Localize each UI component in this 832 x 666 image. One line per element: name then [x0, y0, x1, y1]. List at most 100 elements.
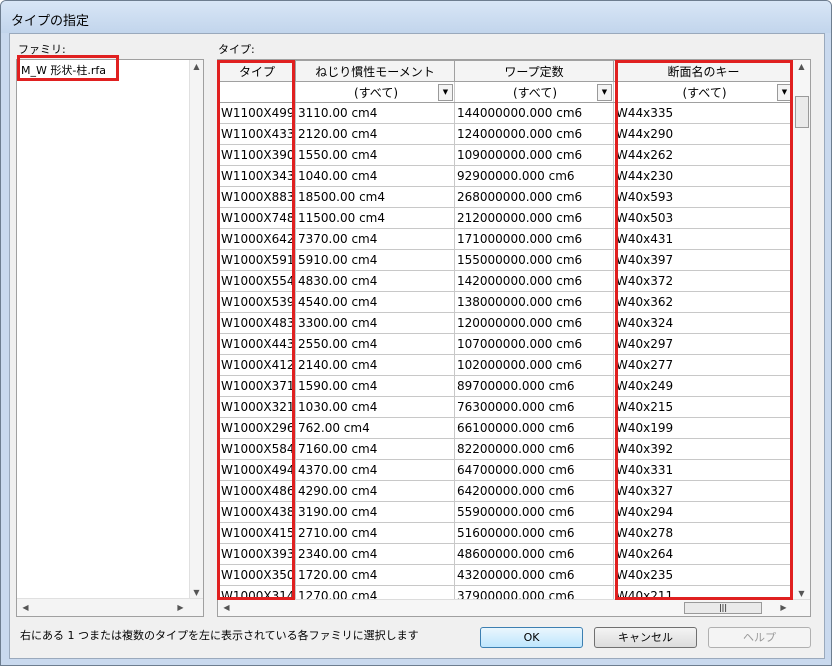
cell-warping-constant[interactable]: 155000000.000 cm6 [454, 249, 614, 271]
table-row[interactable]: W1000X554 4830.00 cm4 142000000.000 cm6 W40… [218, 270, 794, 292]
cell-section-name-key[interactable]: W40x324 [613, 312, 794, 334]
cell-torsional-moment[interactable]: 7160.00 cm4 [295, 438, 455, 460]
cell-torsional-moment[interactable]: 2140.00 cm4 [295, 354, 455, 376]
cell-warping-constant[interactable]: 124000000.000 cm6 [454, 123, 614, 145]
types-grid[interactable]: タイプ ねじり慣性モーメント ワープ定数 断面名のキー (すべて) ▼ (すべて)… [217, 59, 811, 617]
table-row[interactable]: W1000X350 1720.00 cm4 43200000.000 cm6 W40x… [218, 564, 794, 586]
dropdown-arrow-icon[interactable]: ▼ [777, 84, 792, 101]
table-row[interactable]: W1000X486 4290.00 cm4 64200000.000 cm6 W40x… [218, 480, 794, 502]
cell-warping-constant[interactable]: 76300000.000 cm6 [454, 396, 614, 418]
cell-torsional-moment[interactable]: 3300.00 cm4 [295, 312, 455, 334]
table-row[interactable]: W1000X443 2550.00 cm4 107000000.000 cm6 W40… [218, 333, 794, 355]
cell-torsional-moment[interactable]: 11500.00 cm4 [295, 207, 455, 229]
cell-warping-constant[interactable]: 66100000.000 cm6 [454, 417, 614, 439]
scroll-left-icon[interactable]: ◀ [19, 603, 32, 612]
cell-type[interactable]: W1100X433 [218, 123, 296, 145]
cell-section-name-key[interactable]: W40x249 [613, 375, 794, 397]
scroll-down-icon[interactable]: ▼ [795, 589, 808, 598]
cell-type[interactable]: W1000X748 [218, 207, 296, 229]
cell-warping-constant[interactable]: 109000000.000 cm6 [454, 144, 614, 166]
cell-section-name-key[interactable]: W40x362 [613, 291, 794, 313]
cell-warping-constant[interactable]: 64200000.000 cm6 [454, 480, 614, 502]
cell-type[interactable]: W1000X483 [218, 312, 296, 334]
help-button[interactable]: ヘルプ [708, 627, 811, 648]
table-row[interactable]: W1000X415 2710.00 cm4 51600000.000 cm6 W40x… [218, 522, 794, 544]
cell-torsional-moment[interactable]: 2710.00 cm4 [295, 522, 455, 544]
cell-section-name-key[interactable]: W40x235 [613, 564, 794, 586]
cell-torsional-moment[interactable]: 762.00 cm4 [295, 417, 455, 439]
cell-section-name-key[interactable]: W40x593 [613, 186, 794, 208]
dropdown-arrow-icon[interactable]: ▼ [438, 84, 453, 101]
table-row[interactable]: W1000X494 4370.00 cm4 64700000.000 cm6 W40x… [218, 459, 794, 481]
table-row[interactable]: W1000X438 3190.00 cm4 55900000.000 cm6 W40x… [218, 501, 794, 523]
filter-dropdown-section-name-key[interactable]: (すべて) ▼ [613, 81, 794, 103]
cell-type[interactable]: W1000X584 [218, 438, 296, 460]
table-row[interactable]: W1000X412 2140.00 cm4 102000000.000 cm6 W40… [218, 354, 794, 376]
cell-type[interactable]: W1100X499 [218, 102, 296, 124]
cell-type[interactable]: W1000X591 [218, 249, 296, 271]
cell-type[interactable]: W1000X321 [218, 396, 296, 418]
cell-section-name-key[interactable]: W40x503 [613, 207, 794, 229]
cell-section-name-key[interactable]: W40x264 [613, 543, 794, 565]
cell-warping-constant[interactable]: 138000000.000 cm6 [454, 291, 614, 313]
cell-section-name-key[interactable]: W40x397 [613, 249, 794, 271]
table-row[interactable]: W1100X343 1040.00 cm4 92900000.000 cm6 W44x… [218, 165, 794, 187]
cell-section-name-key[interactable]: W40x278 [613, 522, 794, 544]
cell-section-name-key[interactable]: W40x277 [613, 354, 794, 376]
family-list-vertical-scrollbar[interactable]: ▲ ▼ [189, 60, 203, 599]
scroll-thumb[interactable]: ||| [684, 602, 762, 614]
ok-button[interactable]: OK [480, 627, 583, 648]
family-list[interactable]: M_W 形状-柱.rfa ▲ ▼ ◀ ▶ [16, 59, 204, 617]
cell-type[interactable]: W1000X539 [218, 291, 296, 313]
family-list-horizontal-scrollbar[interactable]: ◀ ▶ [17, 598, 203, 616]
column-header-torsional-moment[interactable]: ねじり慣性モーメント [295, 60, 455, 82]
cell-warping-constant[interactable]: 48600000.000 cm6 [454, 543, 614, 565]
cell-type[interactable]: W1000X412 [218, 354, 296, 376]
grid-vertical-scrollbar[interactable]: ▲ ▼ [792, 60, 810, 600]
scroll-left-icon[interactable]: ◀ [220, 603, 233, 612]
cell-torsional-moment[interactable]: 4290.00 cm4 [295, 480, 455, 502]
cell-section-name-key[interactable]: W40x372 [613, 270, 794, 292]
column-header-section-name-key[interactable]: 断面名のキー [613, 60, 794, 82]
table-row[interactable]: W1000X483 3300.00 cm4 120000000.000 cm6 W40… [218, 312, 794, 334]
scroll-down-icon[interactable]: ▼ [190, 588, 203, 597]
cell-torsional-moment[interactable]: 4370.00 cm4 [295, 459, 455, 481]
cell-warping-constant[interactable]: 212000000.000 cm6 [454, 207, 614, 229]
cell-type[interactable]: W1000X554 [218, 270, 296, 292]
cell-section-name-key[interactable]: W40x431 [613, 228, 794, 250]
table-row[interactable]: W1000X321 1030.00 cm4 76300000.000 cm6 W40x… [218, 396, 794, 418]
dropdown-arrow-icon[interactable]: ▼ [597, 84, 612, 101]
cell-section-name-key[interactable]: W40x327 [613, 480, 794, 502]
table-row[interactable]: W1100X433 2120.00 cm4 124000000.000 cm6 W44… [218, 123, 794, 145]
cell-type[interactable]: W1000X438 [218, 501, 296, 523]
table-row[interactable]: W1000X539 4540.00 cm4 138000000.000 cm6 W40… [218, 291, 794, 313]
cell-type[interactable]: W1000X494 [218, 459, 296, 481]
cancel-button[interactable]: キャンセル [594, 627, 697, 648]
cell-torsional-moment[interactable]: 3190.00 cm4 [295, 501, 455, 523]
scroll-up-icon[interactable]: ▲ [795, 62, 808, 71]
cell-torsional-moment[interactable]: 1720.00 cm4 [295, 564, 455, 586]
column-header-type[interactable]: タイプ [218, 60, 296, 82]
table-row[interactable]: W1000X371 1590.00 cm4 89700000.000 cm6 W40x… [218, 375, 794, 397]
cell-warping-constant[interactable]: 144000000.000 cm6 [454, 102, 614, 124]
cell-torsional-moment[interactable]: 4540.00 cm4 [295, 291, 455, 313]
cell-type[interactable]: W1000X642 [218, 228, 296, 250]
cell-warping-constant[interactable]: 55900000.000 cm6 [454, 501, 614, 523]
cell-type[interactable]: W1000X393 [218, 543, 296, 565]
cell-warping-constant[interactable]: 64700000.000 cm6 [454, 459, 614, 481]
cell-type[interactable]: W1100X343 [218, 165, 296, 187]
cell-type[interactable]: W1000X296 [218, 417, 296, 439]
scroll-thumb[interactable] [795, 96, 809, 128]
cell-type[interactable]: W1000X415 [218, 522, 296, 544]
table-row[interactable]: W1100X499 3110.00 cm4 144000000.000 cm6 W44… [218, 102, 794, 124]
table-row[interactable]: W1100X390 1550.00 cm4 109000000.000 cm6 W44… [218, 144, 794, 166]
cell-section-name-key[interactable]: W40x297 [613, 333, 794, 355]
cell-type[interactable]: W1000X350 [218, 564, 296, 586]
cell-torsional-moment[interactable]: 1030.00 cm4 [295, 396, 455, 418]
cell-warping-constant[interactable]: 268000000.000 cm6 [454, 186, 614, 208]
scroll-right-icon[interactable]: ▶ [777, 603, 790, 612]
table-row[interactable]: W1000X591 5910.00 cm4 155000000.000 cm6 W40… [218, 249, 794, 271]
cell-warping-constant[interactable]: 120000000.000 cm6 [454, 312, 614, 334]
family-item[interactable]: M_W 形状-柱.rfa [21, 62, 106, 78]
cell-torsional-moment[interactable]: 3110.00 cm4 [295, 102, 455, 124]
